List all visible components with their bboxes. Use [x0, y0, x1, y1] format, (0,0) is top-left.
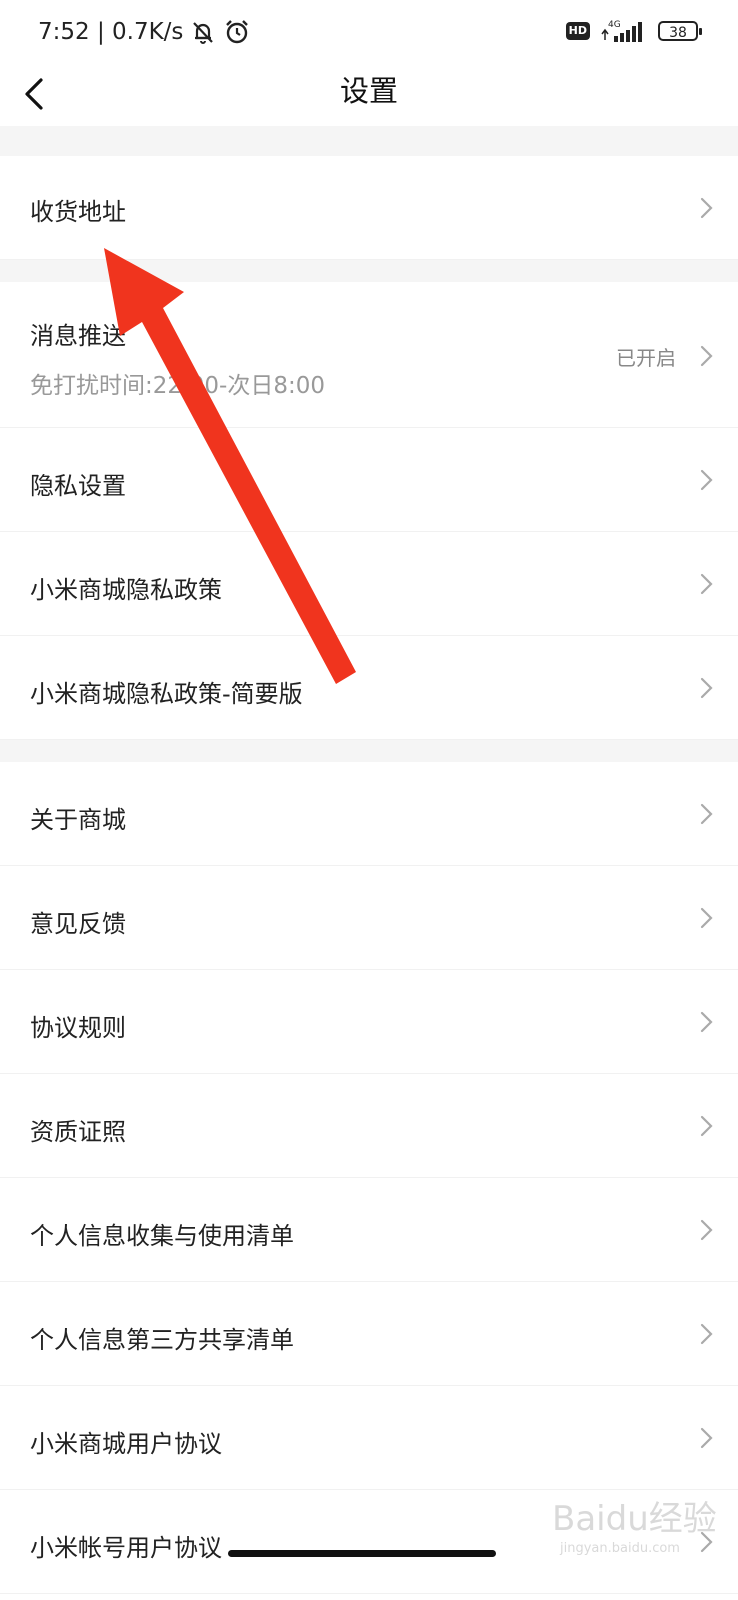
chevron-right-icon	[700, 573, 713, 595]
section-divider	[0, 126, 738, 156]
row-label: 隐私设置	[30, 472, 126, 500]
hd-badge: HD	[565, 22, 590, 40]
row-label: 个人信息收集与使用清单	[30, 1222, 294, 1250]
row-label: 小米商城用户协议	[30, 1430, 222, 1458]
page-title: 设置	[339, 74, 398, 108]
push-status-value: 已开启	[616, 346, 676, 370]
row-message-push[interactable]: 消息推送 免打扰时间:22:00-次日8:00 已开启	[0, 282, 738, 428]
baidu-watermark-logo: Baidu经验 jingyan.baidu.com	[552, 1499, 717, 1556]
chevron-right-icon	[700, 1323, 713, 1345]
chevron-right-icon	[700, 1115, 713, 1137]
row-label: 关于商城	[30, 806, 126, 834]
chevron-right-icon	[700, 1219, 713, 1241]
chevron-right-icon	[700, 1011, 713, 1033]
row-label: 小米帐号用户协议	[30, 1534, 222, 1562]
chevron-right-icon	[700, 677, 713, 699]
alarm-icon	[226, 20, 249, 44]
row-label: 消息推送	[30, 322, 126, 350]
row-shipping-address[interactable]: 收货地址	[0, 156, 738, 260]
row-privacy-policy-brief[interactable]: 小米商城隐私政策-简要版	[0, 636, 738, 740]
watermark-brand: Baidu经验	[552, 1499, 717, 1539]
row-label: 小米商城隐私政策	[30, 576, 222, 604]
row-privacy-settings[interactable]: 隐私设置	[0, 428, 738, 532]
network-label: 4G	[608, 20, 621, 30]
row-about-mall[interactable]: 关于商城	[0, 762, 738, 866]
chevron-right-icon	[700, 197, 713, 219]
row-label: 收货地址	[30, 198, 126, 226]
row-qualification[interactable]: 资质证照	[0, 1074, 738, 1178]
home-indicator[interactable]	[228, 1550, 496, 1557]
section-divider	[0, 260, 738, 282]
row-user-agreement[interactable]: 小米商城用户协议	[0, 1386, 738, 1490]
signal-icon: 4G	[601, 20, 642, 42]
chevron-right-icon	[700, 345, 713, 367]
row-sublabel: 免打扰时间:22:00-次日8:00	[30, 373, 325, 399]
status-time-speed: 7:52 | 0.7K/s	[38, 19, 184, 45]
navigation-header: 设置	[0, 64, 738, 127]
row-personal-info-list[interactable]: 个人信息收集与使用清单	[0, 1178, 738, 1282]
section-divider	[0, 740, 738, 762]
chevron-right-icon	[700, 469, 713, 491]
watermark-url: jingyan.baidu.com	[559, 1541, 680, 1556]
row-third-party-list[interactable]: 个人信息第三方共享清单	[0, 1282, 738, 1386]
mute-bell-icon	[193, 22, 214, 44]
row-agreement-rules[interactable]: 协议规则	[0, 970, 738, 1074]
battery-indicator: 38	[658, 21, 702, 41]
row-feedback[interactable]: 意见反馈	[0, 866, 738, 970]
row-label: 资质证照	[30, 1118, 126, 1146]
row-label: 小米商城隐私政策-简要版	[30, 680, 303, 708]
chevron-right-icon	[700, 907, 713, 929]
status-left: 7:52 | 0.7K/s	[38, 18, 251, 46]
status-bar: 7:52 | 0.7K/s HD 4G 38	[0, 0, 738, 64]
row-label: 个人信息第三方共享清单	[30, 1326, 294, 1354]
chevron-right-icon	[700, 803, 713, 825]
status-right: HD 4G 38	[565, 18, 702, 44]
settings-list: 收货地址 消息推送 免打扰时间:22:00-次日8:00 已开启 隐私设置 小米…	[0, 126, 738, 1594]
chevron-right-icon	[700, 1427, 713, 1449]
row-label: 协议规则	[30, 1014, 126, 1042]
row-label: 意见反馈	[30, 910, 126, 938]
row-privacy-policy[interactable]: 小米商城隐私政策	[0, 532, 738, 636]
